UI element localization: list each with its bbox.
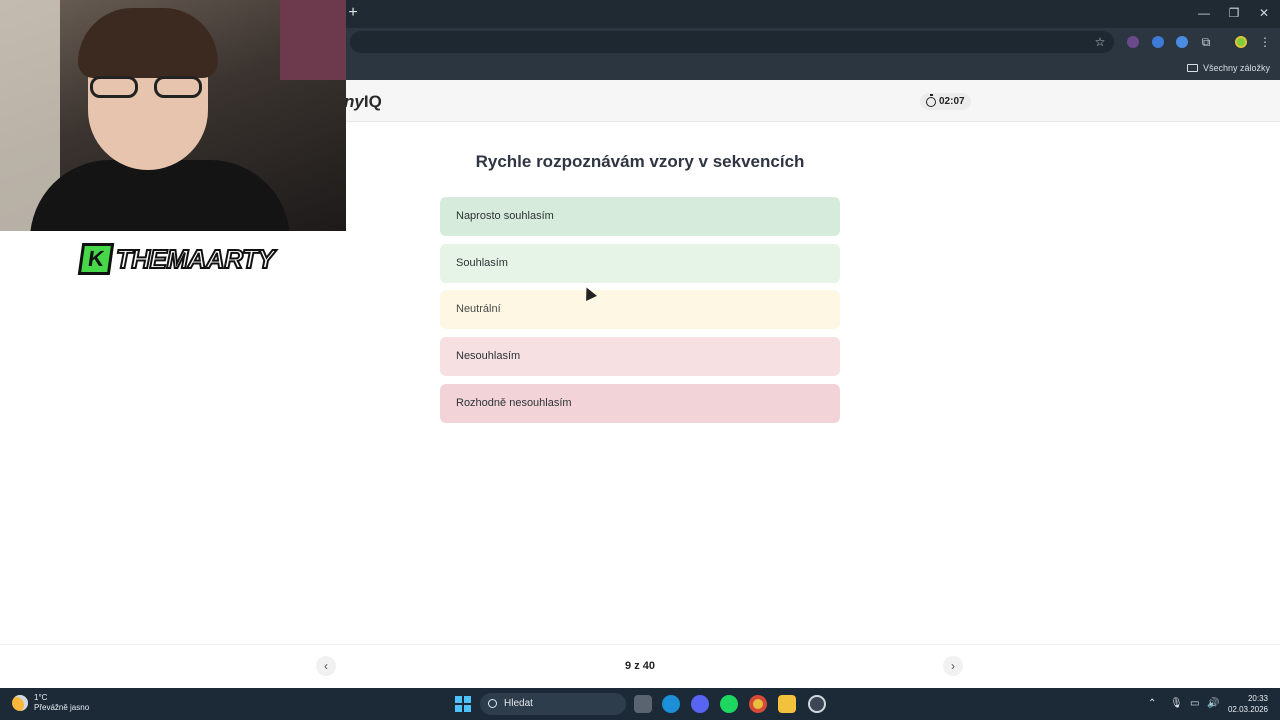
- task-view-icon[interactable]: [634, 695, 652, 713]
- site-logo-partial: ny: [344, 92, 364, 111]
- network-icon[interactable]: ▭: [1190, 698, 1199, 710]
- answer-agree[interactable]: Souhlasím: [440, 243, 840, 283]
- streamer-hair: [78, 8, 218, 78]
- steam-icon[interactable]: [808, 695, 826, 713]
- bookmarks-folder-label: Všechny záložky: [1202, 63, 1270, 73]
- weather-description: Převážně jasno: [34, 703, 90, 712]
- search-icon: [488, 699, 497, 708]
- discord-icon[interactable]: [691, 695, 709, 713]
- windows-start-icon[interactable]: [455, 696, 471, 712]
- restore-button[interactable]: ❐: [1218, 4, 1250, 22]
- all-bookmarks-button[interactable]: Všechny záložky: [1186, 60, 1270, 76]
- extension-icon[interactable]: [1152, 36, 1164, 48]
- profile-avatar[interactable]: [1235, 36, 1247, 48]
- taskbar-search-input[interactable]: Hledat: [480, 693, 626, 715]
- clock-time: 20:33: [1247, 694, 1268, 703]
- answer-strongly-disagree[interactable]: Rozhodně nesouhlasím: [440, 383, 840, 423]
- spotify-icon[interactable]: [720, 695, 738, 713]
- weather-sun-icon: [12, 695, 28, 711]
- clock-date: 02.03.2026: [1227, 705, 1268, 714]
- folder-icon: [1186, 64, 1198, 72]
- browser-menu-icon[interactable]: ⋮: [1256, 33, 1274, 51]
- extension-icon[interactable]: [1176, 36, 1188, 48]
- answer-strongly-agree[interactable]: Naprosto souhlasím: [440, 197, 840, 236]
- question-progress: 9 z 40: [625, 660, 655, 672]
- answer-disagree[interactable]: Nesouhlasím: [440, 337, 840, 377]
- timer-value: 02:07: [939, 96, 965, 107]
- weather-temperature: 1°C: [34, 693, 48, 702]
- new-tab-button[interactable]: +: [346, 4, 360, 22]
- answer-neutral[interactable]: Neutrální: [440, 290, 840, 330]
- extension-icon[interactable]: [1127, 36, 1139, 48]
- system-clock[interactable]: 20:33 02.03.2026: [1228, 693, 1268, 715]
- glasses-icon: [90, 76, 208, 98]
- previous-question-button[interactable]: ‹: [316, 656, 336, 676]
- tray-overflow-chevron-icon[interactable]: ⌃: [1148, 698, 1156, 710]
- next-question-button[interactable]: ›: [943, 656, 963, 676]
- microphone-icon[interactable]: 🎙: [1170, 698, 1183, 710]
- volume-icon[interactable]: 🔊: [1207, 698, 1219, 710]
- webcam-background-poster: [280, 0, 346, 80]
- timer-badge: 02:07: [920, 93, 971, 110]
- stopwatch-icon: [926, 93, 936, 107]
- webcam-overlay: [0, 0, 346, 231]
- edge-browser-icon[interactable]: [662, 695, 680, 713]
- address-bar[interactable]: [350, 31, 1114, 53]
- site-logo-iq: IQ: [363, 92, 382, 111]
- site-logo[interactable]: nyIQ: [344, 92, 382, 112]
- file-explorer-icon[interactable]: [778, 695, 796, 713]
- answer-options: Naprosto souhlasím Souhlasím Neutrální N…: [440, 197, 840, 430]
- streamer-brand-logo: K THEMAARTY: [77, 243, 276, 275]
- extensions-puzzle-icon[interactable]: ⧉: [1197, 33, 1215, 51]
- bookmark-star-icon[interactable]: ☆: [1091, 33, 1109, 51]
- question-text: Rychle rozpoznávám vzory v sekvencích: [475, 152, 805, 171]
- minimize-button[interactable]: —: [1188, 4, 1220, 22]
- streamer-body: [30, 160, 290, 231]
- brand-name: THEMAARTY: [115, 243, 276, 275]
- close-button[interactable]: ✕: [1248, 4, 1280, 22]
- weather-widget[interactable]: 1°C Převážně jasno: [12, 693, 89, 713]
- chrome-icon[interactable]: [749, 695, 767, 713]
- brand-k-logo: K: [77, 243, 115, 275]
